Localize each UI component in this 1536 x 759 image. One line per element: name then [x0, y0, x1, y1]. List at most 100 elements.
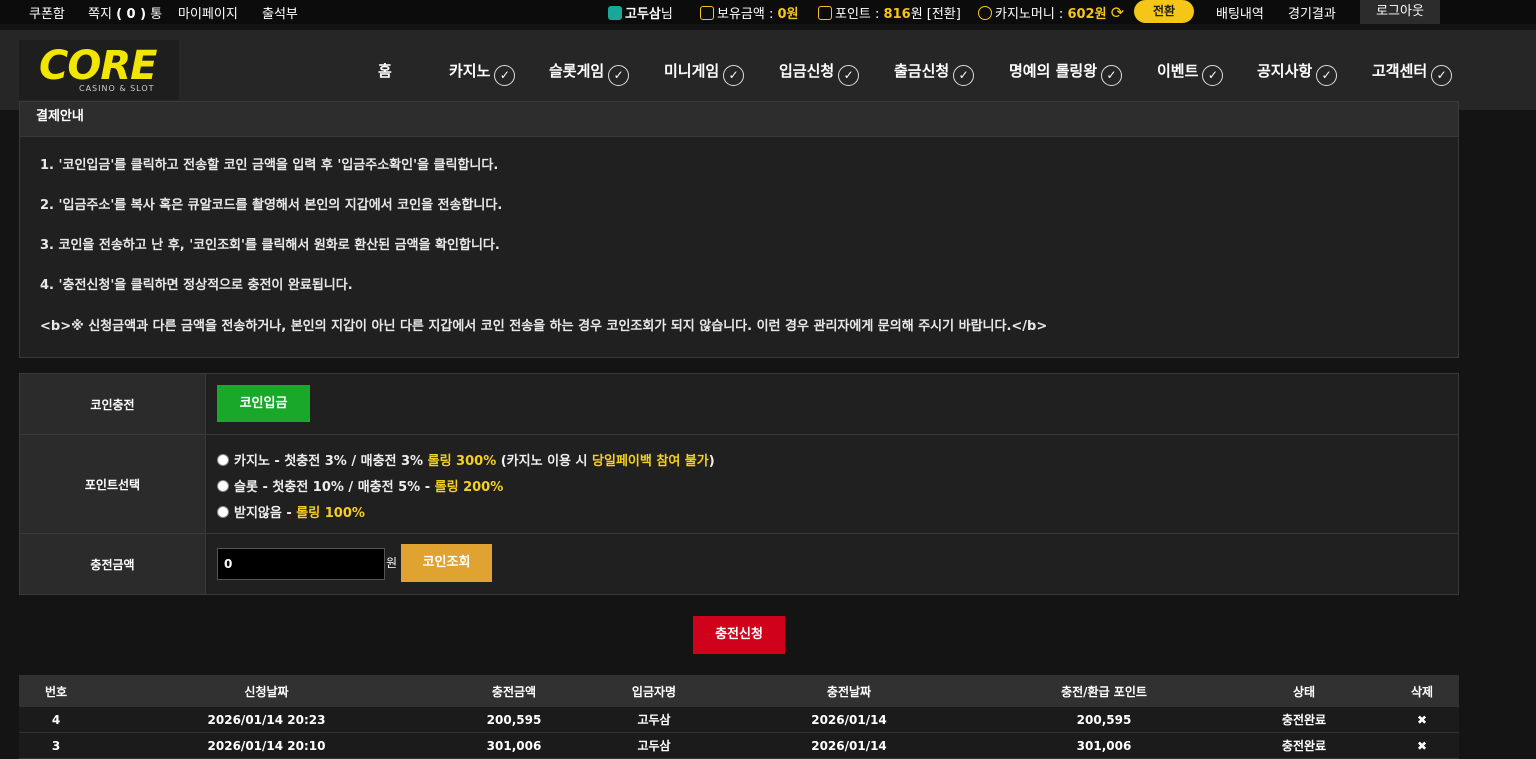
option-casino-rolling: 롤링 300%: [427, 454, 497, 469]
delete-icon[interactable]: ✖: [1389, 733, 1455, 758]
nav-minigame-label: 미니게임: [664, 62, 720, 80]
main-header: CORE CASINO & SLOT 홈 카지노 ✓ 슬롯게임 ✓ 미니게임 ✓ 입금…: [0, 30, 1536, 110]
cell-request-date: 2026/01/14 20:23: [207, 712, 326, 727]
col-depositor: 입금자명: [631, 684, 677, 699]
nav-slot[interactable]: 슬롯게임 ✓: [549, 60, 630, 86]
option-none-rolling: 롤링 100%: [296, 506, 365, 521]
casino-money-label: 카지노머니 :: [995, 7, 1064, 22]
logo-subtext: CASINO & SLOT: [79, 84, 155, 93]
nav-home[interactable]: 홈: [378, 60, 392, 81]
check-circle-icon: ✓: [723, 65, 745, 86]
top-bar: 쿠폰함 쪽지 ( 0 ) 통 마이페이지 출석부 고두삼님 보유금액 : 0원 …: [0, 0, 1536, 24]
payment-info-title: 결제안내: [20, 102, 1458, 137]
payment-info-panel: 결제안내 1. '코인입금'를 클릭하고 전송할 코인 금액을 입력 후 '입금…: [19, 101, 1459, 358]
casino-money-info: 카지노머니 : 602원 ⟳: [978, 3, 1124, 22]
mypage-link[interactable]: 마이페이지: [178, 3, 238, 22]
nav-event[interactable]: 이벤트 ✓: [1157, 60, 1224, 86]
option-casino[interactable]: 카지노 - 첫충전 3% / 매충전 3% 롤링 300% (카지노 이용 시 …: [217, 450, 715, 469]
attendance-link-label: 출석부: [262, 7, 298, 22]
nav-casino-label: 카지노: [449, 62, 491, 80]
charge-history-table: 번호 신청날짜 충전금액 입금자명 충전날짜 충전/환급 포인트 상태 삭제 4…: [19, 675, 1459, 759]
balance-value: 0원: [777, 7, 799, 22]
nav-notice-label: 공지사항: [1257, 62, 1313, 80]
radio-slot[interactable]: [217, 480, 229, 492]
point-icon: [818, 6, 832, 20]
col-charge-date: 충전날짜: [826, 684, 872, 699]
money-icon: [700, 6, 714, 20]
nav-deposit[interactable]: 입금신청 ✓: [779, 60, 860, 86]
info-warning: <b>※ 신청금액과 다른 금액을 전송하거나, 본인의 지갑이 아닌 다른 지…: [40, 319, 1048, 334]
username-suffix: 님: [660, 7, 673, 22]
coupon-link[interactable]: 쿠폰함: [29, 3, 65, 22]
refresh-icon[interactable]: ⟳: [1111, 3, 1124, 22]
table-row: 4 2026/01/14 20:23 200,595 고두삼 2026/01/1…: [19, 707, 1459, 733]
nav-rolling-king-label: 명예의 롤링왕: [1009, 62, 1098, 80]
cell-number: 3: [51, 738, 61, 753]
message-link[interactable]: 쪽지 ( 0 ) 통: [88, 3, 162, 22]
radio-none[interactable]: [217, 506, 229, 518]
col-number: 번호: [44, 684, 68, 699]
check-circle-icon: ✓: [608, 65, 630, 86]
cell-depositor: 고두삼: [637, 739, 671, 753]
user-info: 고두삼님: [608, 3, 673, 22]
nav-minigame[interactable]: 미니게임 ✓: [664, 60, 745, 86]
coin-lookup-button[interactable]: 코인조회: [401, 544, 492, 582]
nav-deposit-label: 입금신청: [779, 62, 835, 80]
point-select-row: 포인트선택 카지노 - 첫충전 3% / 매충전 3% 롤링 300% (카지노…: [20, 435, 1458, 534]
message-link-label: 쪽지: [88, 7, 112, 22]
mypage-link-label: 마이페이지: [178, 7, 238, 22]
col-request-date: 신청날짜: [244, 684, 289, 699]
cell-status: 충전완료: [1281, 739, 1327, 753]
option-none[interactable]: 받지않음 - 롤링 100%: [217, 502, 365, 521]
coupon-link-label: 쿠폰함: [29, 7, 65, 22]
nav-casino[interactable]: 카지노 ✓: [449, 60, 516, 86]
charge-submit-button[interactable]: 충전신청: [693, 616, 785, 654]
radio-casino[interactable]: [217, 454, 229, 466]
table-row: 3 2026/01/14 20:10 301,006 고두삼 2026/01/1…: [19, 733, 1459, 759]
switch-button[interactable]: 전환: [1134, 0, 1194, 23]
col-delete: 삭제: [1410, 684, 1434, 699]
cell-amount: 301,006: [486, 738, 542, 753]
nav-withdraw[interactable]: 출금신청 ✓: [894, 60, 975, 86]
info-line-3: 3. 코인을 전송하고 난 후, '코인조회'를 클릭해서 원화로 환산된 금액…: [40, 238, 500, 253]
point-info[interactable]: 포인트 : 816원 [전환]: [818, 3, 961, 22]
nav-withdraw-label: 출금신청: [894, 62, 950, 80]
amount-label: 충전금액: [20, 534, 206, 594]
nav-support[interactable]: 고객센터 ✓: [1372, 60, 1453, 86]
info-line-4: 4. '충전신청'을 클릭하면 정상적으로 충전이 완료됩니다.: [40, 278, 353, 293]
option-none-text: 받지않음 -: [234, 506, 297, 521]
option-casino-note: (카지노 이용 시: [496, 454, 593, 469]
coin-charge-row: 코인충전 코인입금: [20, 374, 1458, 435]
option-casino-payback: 당일페이백 참여 불가: [592, 454, 709, 469]
casino-coin-icon: [978, 6, 992, 20]
check-circle-icon: ✓: [953, 65, 975, 86]
delete-icon[interactable]: ✖: [1389, 707, 1455, 732]
point-select-label: 포인트선택: [20, 435, 206, 533]
amount-input[interactable]: 0: [217, 548, 385, 580]
balance-label: 보유금액 :: [717, 7, 774, 22]
logout-button[interactable]: 로그아웃: [1360, 0, 1440, 24]
table-header: 번호 신청날짜 충전금액 입금자명 충전날짜 충전/환급 포인트 상태 삭제: [19, 675, 1459, 707]
cell-status: 충전완료: [1281, 713, 1327, 727]
game-results-link[interactable]: 경기결과: [1288, 3, 1336, 22]
betting-history-link[interactable]: 배팅내역: [1216, 3, 1264, 22]
point-label: 포인트 :: [835, 7, 880, 22]
nav-notice[interactable]: 공지사항 ✓: [1257, 60, 1338, 86]
col-points: 충전/환급 포인트: [1061, 684, 1147, 699]
cell-points: 200,595: [1076, 712, 1132, 727]
coin-deposit-button[interactable]: 코인입금: [217, 385, 310, 422]
attendance-link[interactable]: 출석부: [262, 3, 298, 22]
option-slot-rolling: 롤링 200%: [434, 480, 504, 495]
cell-amount: 200,595: [486, 712, 542, 727]
charge-form: 코인충전 코인입금 포인트선택 카지노 - 첫충전 3% / 매충전 3% 롤링…: [19, 373, 1459, 595]
cell-depositor: 고두삼: [637, 713, 671, 727]
site-logo[interactable]: CORE CASINO & SLOT: [19, 40, 179, 100]
cell-number: 4: [51, 712, 61, 727]
nav-rolling-king[interactable]: 명예의 롤링왕 ✓: [1009, 60, 1123, 86]
option-slot[interactable]: 슬롯 - 첫충전 10% / 매충전 5% - 롤링 200%: [217, 476, 503, 495]
nav-event-label: 이벤트: [1157, 62, 1199, 80]
tether-icon: [608, 6, 622, 20]
logo-text: CORE: [39, 43, 157, 89]
info-line-2: 2. '입금주소'를 복사 혹은 큐알코드를 촬영해서 본인의 지갑에서 코인을…: [40, 198, 503, 213]
col-status: 상태: [1292, 684, 1316, 699]
